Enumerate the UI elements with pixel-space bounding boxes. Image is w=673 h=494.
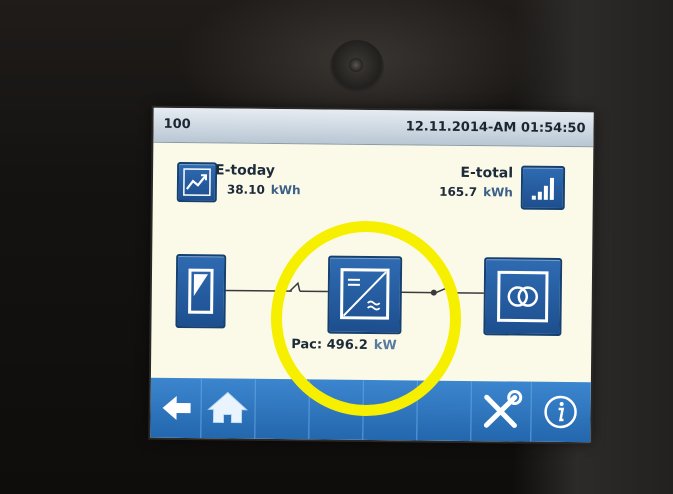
highlight-circle	[271, 221, 461, 416]
info-icon	[544, 395, 577, 429]
grid-transformer-icon	[497, 270, 549, 323]
camera-dot	[349, 58, 363, 72]
grid-button[interactable]	[483, 257, 563, 336]
home-button[interactable]	[200, 378, 256, 439]
back-arrow-icon	[162, 395, 191, 420]
pv-panel-button[interactable]	[175, 253, 227, 329]
info-button[interactable]	[530, 382, 591, 443]
home-icon	[207, 391, 248, 424]
back-button[interactable]	[150, 377, 202, 439]
tools-icon	[483, 390, 523, 428]
solar-panel-icon	[188, 268, 214, 314]
settings-button[interactable]	[470, 381, 532, 442]
